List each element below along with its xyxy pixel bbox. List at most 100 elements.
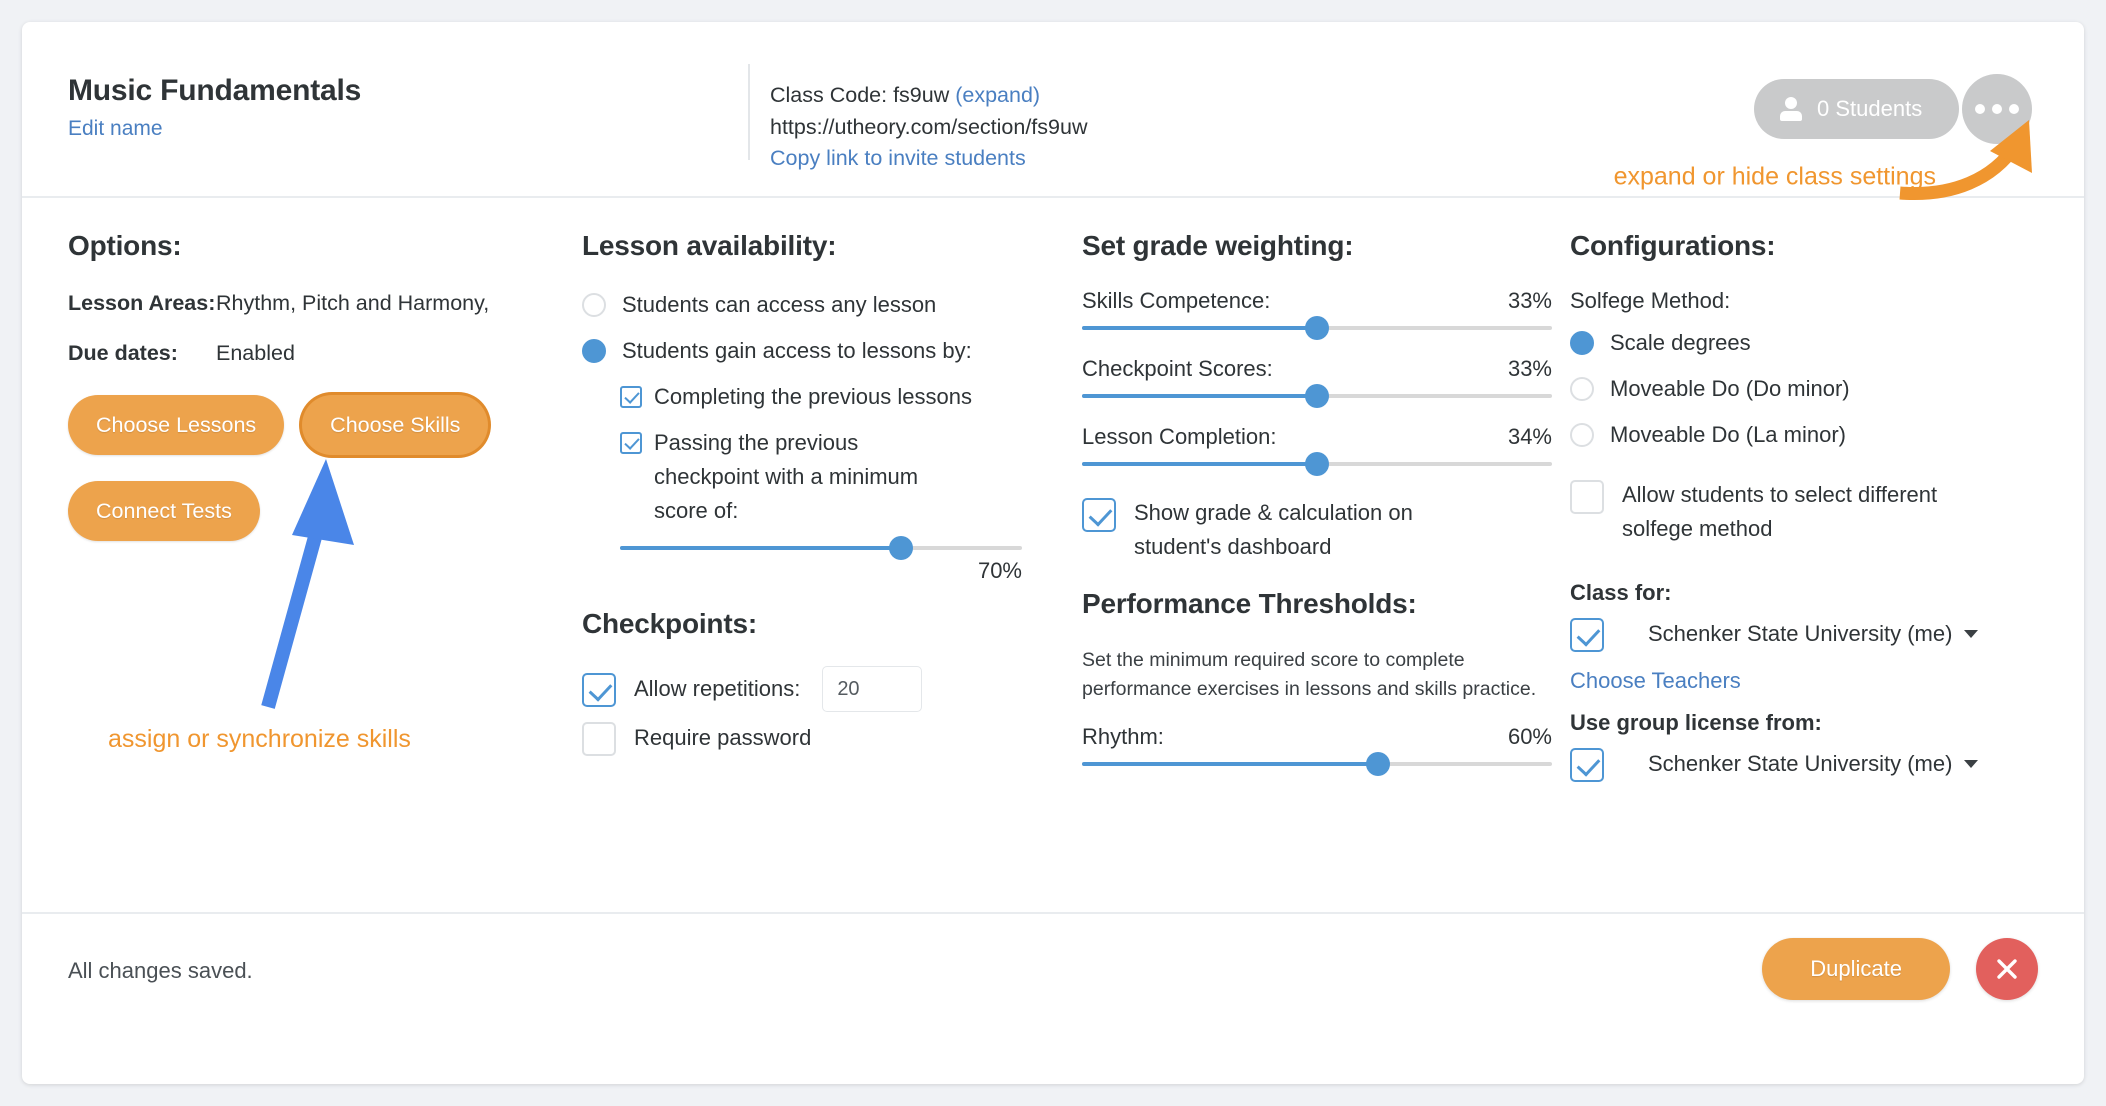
access-sub-options: Completing the previous lessons Passing …: [620, 380, 1022, 584]
slider-thumb[interactable]: [1305, 316, 1329, 340]
slider-thumb[interactable]: [1305, 452, 1329, 476]
lesson-availability-heading: Lesson availability:: [582, 230, 837, 261]
option-key: Due dates:: [68, 341, 178, 365]
minimum-score-slider[interactable]: [620, 536, 1022, 560]
dot-icon: [1975, 104, 1985, 114]
slider-value: 33%: [1507, 288, 1552, 313]
expand-code-link[interactable]: (expand): [955, 83, 1040, 107]
radio-any-lesson[interactable]: Students can access any lesson: [582, 288, 1022, 322]
radio-moveable-la-minor[interactable]: Moveable Do (La minor): [1570, 418, 2040, 452]
options-button-row-1: Choose Lessons Choose Skills: [68, 395, 528, 455]
radio-selected-icon: [1570, 331, 1594, 355]
close-button[interactable]: [1976, 938, 2038, 1000]
slider-label: Lesson Completion:: [1082, 424, 1277, 449]
minimum-score-slider-wrap: 70%: [620, 536, 1022, 584]
choose-lessons-button[interactable]: Choose Lessons: [68, 395, 285, 455]
checkbox-show-grade[interactable]: Show grade & calculation on student's da…: [1082, 496, 1552, 564]
slider-checkpoint-scores: Checkpoint Scores: 33%: [1082, 356, 1552, 408]
slider-fill: [1082, 462, 1317, 466]
radio-gain-access[interactable]: Students gain access to lessons by:: [582, 334, 1022, 368]
close-icon: [1997, 959, 2017, 979]
performance-thresholds-description: Set the minimum required score to comple…: [1082, 649, 1537, 700]
copy-link-button[interactable]: Copy link to invite students: [770, 143, 1087, 175]
radio-selected-icon: [582, 339, 606, 363]
radio-label: Students gain access to lessons by:: [622, 338, 972, 363]
minimum-score-value: 70%: [977, 558, 1022, 583]
repetitions-input[interactable]: [822, 666, 923, 712]
slider-label: Checkpoint Scores:: [1082, 356, 1273, 381]
slider-thumb[interactable]: [1366, 752, 1391, 776]
duplicate-button[interactable]: Duplicate: [1762, 938, 1950, 1000]
radio-label: Students can access any lesson: [622, 292, 937, 317]
checkpoints-heading: Checkpoints:: [582, 608, 757, 639]
slider-label: Rhythm:: [1082, 724, 1164, 749]
checkbox-checked-icon[interactable]: [1570, 618, 1604, 652]
checkbox-passing-previous-checkpoint[interactable]: Passing the previous checkpoint with a m…: [620, 426, 1022, 528]
checkbox-allow-repetitions-row: Allow repetitions:: [582, 666, 1022, 712]
checkbox-label: Allow students to select different solfe…: [1622, 482, 1938, 541]
radio-scale-degrees[interactable]: Scale degrees: [1570, 326, 2040, 360]
checkbox-require-password-row: Require password: [582, 720, 1022, 756]
checkbox-label: Show grade & calculation on student's da…: [1134, 500, 1413, 559]
slider-thumb[interactable]: [889, 536, 914, 560]
title-block: Music Fundamentals Edit name: [68, 74, 361, 141]
option-row-lesson-areas: Lesson Areas: Rhythm, Pitch and Harmony,: [68, 288, 528, 319]
allow-repetitions-label: Allow repetitions:: [634, 676, 801, 701]
slider-track[interactable]: [1082, 316, 1552, 340]
configurations-heading: Configurations:: [1570, 230, 1776, 261]
radio-label: Scale degrees: [1610, 330, 1751, 355]
slider-track[interactable]: [1082, 452, 1552, 476]
class-url: https://utheory.com/section/fs9uw: [770, 114, 1088, 139]
grade-weighting-heading: Set grade weighting:: [1082, 230, 1354, 261]
checkbox-allow-different-solfege[interactable]: Allow students to select different solfe…: [1570, 478, 2040, 546]
checkbox-checked-icon[interactable]: [582, 673, 616, 707]
class-code-block: Class Code: fs9uw (expand) https://utheo…: [770, 80, 1087, 175]
option-value: Enabled: [216, 341, 295, 365]
checkbox-checked-icon: [1082, 498, 1116, 532]
checkbox-unchecked-icon: [1570, 480, 1604, 514]
annotation-arrow-to-choose-skills-icon: [261, 459, 354, 709]
slider-value: 33%: [1507, 356, 1552, 381]
radio-icon: [1570, 423, 1594, 447]
person-icon: [1780, 97, 1802, 121]
group-license-value: Schenker State University (me): [1648, 751, 1953, 776]
footer: All changes saved. Duplicate: [22, 912, 2084, 1084]
edit-name-link[interactable]: Edit name: [68, 117, 361, 141]
page-title: Music Fundamentals: [68, 74, 362, 107]
grade-weighting-column: Set grade weighting: Skills Competence: …: [1082, 230, 1552, 776]
checkbox-checked-icon: [620, 386, 642, 408]
checkbox-label: Completing the previous lessons: [654, 384, 972, 409]
checkbox-completing-previous-lessons[interactable]: Completing the previous lessons: [620, 380, 1022, 414]
radio-icon: [1570, 377, 1594, 401]
group-license-row: Schenker State University (me): [1570, 746, 2040, 782]
checkbox-checked-icon: [620, 432, 642, 454]
checkbox-unchecked-icon[interactable]: [582, 722, 616, 756]
option-key: Lesson Areas:: [68, 291, 216, 315]
slider-lesson-completion: Lesson Completion: 34%: [1082, 424, 1552, 476]
group-license-label: Use group license from:: [1570, 710, 1822, 735]
class-for-label: Class for:: [1570, 580, 1672, 605]
slider-track[interactable]: [1082, 384, 1552, 408]
annotation-expand-settings: expand or hide class settings: [1613, 162, 1936, 191]
performance-thresholds-heading: Performance Thresholds:: [1082, 588, 1417, 619]
header: Music Fundamentals Edit name Class Code:…: [22, 22, 2084, 201]
slider-rhythm-threshold: Rhythm: 60%: [1082, 724, 1552, 776]
slider-track[interactable]: [1082, 752, 1552, 776]
connect-tests-button[interactable]: Connect Tests: [68, 481, 260, 541]
slider-skills-competence: Skills Competence: 33%: [1082, 288, 1552, 340]
checkbox-label: Passing the previous checkpoint with a m…: [654, 430, 919, 523]
slider-thumb[interactable]: [1305, 384, 1329, 408]
options-column: Options: Lesson Areas: Rhythm, Pitch and…: [68, 230, 528, 753]
dot-icon: [1992, 104, 2002, 114]
class-for-value: Schenker State University (me): [1648, 621, 1953, 646]
radio-moveable-do-minor[interactable]: Moveable Do (Do minor): [1570, 372, 2040, 406]
class-code-text: Class Code: fs9uw: [770, 83, 956, 107]
chevron-down-icon[interactable]: [1964, 760, 1979, 768]
choose-skills-button[interactable]: Choose Skills: [302, 395, 489, 455]
choose-teachers-link[interactable]: Choose Teachers: [1570, 668, 1741, 694]
checkbox-checked-icon[interactable]: [1570, 748, 1604, 782]
header-divider: [748, 64, 750, 160]
slider-fill: [1082, 394, 1317, 398]
save-status-text: All changes saved.: [68, 958, 253, 983]
chevron-down-icon[interactable]: [1964, 630, 1979, 638]
